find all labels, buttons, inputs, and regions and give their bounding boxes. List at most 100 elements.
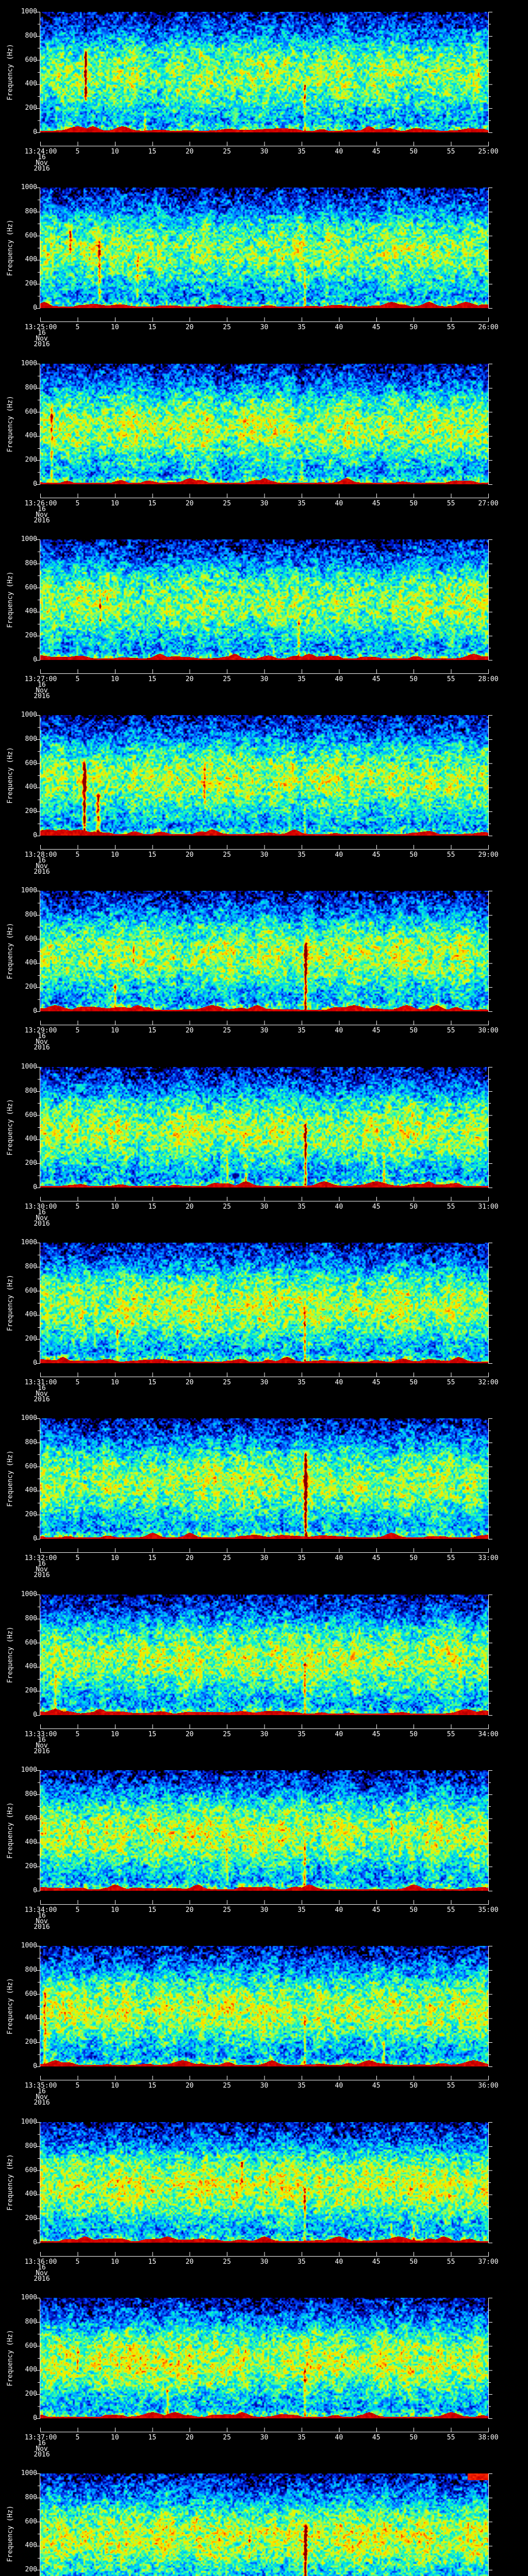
y-tick-label: 0 bbox=[33, 1007, 37, 1015]
x-tick-label: 55 bbox=[447, 851, 455, 859]
x-tick-label: 30 bbox=[260, 324, 269, 331]
spectrogram-image bbox=[40, 715, 488, 836]
y-axis-left-major-ticks bbox=[36, 2122, 38, 2243]
x-axis bbox=[40, 849, 489, 850]
x-tick-label: 45 bbox=[372, 1731, 381, 1738]
x-tick-label: 5 bbox=[75, 675, 80, 683]
date-line: 2016 bbox=[34, 1571, 50, 1579]
x-tick-label: 25 bbox=[223, 1554, 231, 1562]
spectrogram-image bbox=[40, 364, 488, 484]
y-tick-label: 200 bbox=[25, 1159, 37, 1167]
y-tick-label: 600 bbox=[25, 759, 37, 767]
spectrogram-panel: 1000 800 600 400 200 0 Frequency (Hz) 5 10 15 20 25… bbox=[0, 879, 528, 1055]
x-tick-label: 20 bbox=[185, 2434, 194, 2442]
x-tick-label: 35 bbox=[298, 1731, 306, 1738]
y-axis-right-major-ticks bbox=[491, 891, 492, 1012]
y-tick-label: 200 bbox=[25, 1335, 37, 1343]
y-axis-right-major-ticks bbox=[491, 1067, 492, 1188]
x-axis-ticks bbox=[40, 494, 489, 498]
x-tick-label: 15 bbox=[148, 500, 157, 507]
x-tick-label: 45 bbox=[372, 1203, 381, 1211]
y-axis-left-major-ticks bbox=[36, 1418, 38, 1539]
y-tick-label: 0 bbox=[33, 1887, 37, 1894]
y-tick-label: 800 bbox=[25, 1790, 37, 1798]
y-axis-right-major-ticks bbox=[491, 1770, 492, 1891]
x-tick-label: 15 bbox=[148, 675, 157, 683]
x-tick-label: 35 bbox=[298, 2434, 306, 2442]
x-tick-label: 25 bbox=[223, 2082, 231, 2090]
y-tick-label: 800 bbox=[25, 2317, 37, 2326]
x-tick-label: 15 bbox=[148, 1554, 157, 1562]
y-axis-left-major-ticks bbox=[36, 12, 38, 133]
x-tick-label: 35 bbox=[298, 675, 306, 683]
x-axis-ticks bbox=[40, 1372, 489, 1377]
x-tick-label: 20 bbox=[185, 1554, 194, 1562]
x-tick-label: 5 bbox=[75, 2258, 80, 2266]
x-tick-label: 50 bbox=[409, 851, 418, 859]
x-tick-label: 55 bbox=[447, 500, 455, 507]
x-tick-label: 15 bbox=[148, 1379, 157, 1386]
x-tick-label: 5 bbox=[75, 851, 80, 859]
x-tick-label: 20 bbox=[185, 148, 194, 156]
y-axis-left-minor-ticks bbox=[38, 1243, 40, 1364]
x-tick-label: 55 bbox=[447, 1554, 455, 1562]
x-tick-label: 10 bbox=[111, 1027, 119, 1035]
spectrogram-panel: 1000 800 600 400 200 0 Frequency (Hz) 5 10 15 20 25… bbox=[0, 1934, 528, 2110]
x-tick-label: 15 bbox=[148, 1731, 157, 1738]
spectrogram-panel: 1000 800 600 400 200 0 Frequency (Hz) 5 10 15 20 25… bbox=[0, 2286, 528, 2462]
x-tick-label: 20 bbox=[185, 1379, 194, 1386]
x-tick-label: 10 bbox=[111, 1554, 119, 1562]
y-axis-right-major-ticks bbox=[491, 1418, 492, 1539]
x-axis-ticks bbox=[40, 1900, 489, 1904]
y-tick-label: 1000 bbox=[21, 183, 37, 191]
x-tick-label: 15 bbox=[148, 1027, 157, 1035]
end-time-label: 37:00 bbox=[478, 2258, 499, 2266]
y-axis-left-minor-ticks bbox=[38, 364, 40, 485]
x-tick-label: 45 bbox=[372, 1379, 381, 1386]
x-tick-label: 50 bbox=[409, 324, 418, 331]
x-tick-label: 55 bbox=[447, 1203, 455, 1211]
date-line: 2016 bbox=[34, 517, 50, 524]
end-time-label: 36:00 bbox=[478, 2082, 499, 2090]
spectrogram-panel: 1000 800 600 400 200 0 Frequency (Hz) 5 10 15 20 25… bbox=[0, 1406, 528, 1583]
x-axis bbox=[40, 321, 489, 322]
y-axis-title: Frequency (Hz) bbox=[6, 219, 14, 276]
x-axis bbox=[40, 673, 489, 674]
y-tick-label: 600 bbox=[25, 2166, 37, 2174]
x-tick-label: 50 bbox=[409, 1554, 418, 1562]
y-axis-left-minor-ticks bbox=[38, 1595, 40, 1716]
end-time-label: 25:00 bbox=[478, 148, 499, 156]
end-time-label: 27:00 bbox=[478, 500, 499, 507]
spectrogram-image bbox=[40, 1770, 488, 1891]
y-tick-label: 200 bbox=[25, 2038, 37, 2046]
y-tick-label: 800 bbox=[25, 2493, 37, 2501]
x-axis bbox=[40, 1552, 489, 1553]
x-tick-label: 55 bbox=[447, 1906, 455, 1914]
y-tick-label: 200 bbox=[25, 1862, 37, 1871]
y-axis-right-major-ticks bbox=[491, 1243, 492, 1364]
spectrogram-image bbox=[40, 1418, 488, 1539]
x-tick-label: 10 bbox=[111, 500, 119, 507]
y-axis-right-major-ticks bbox=[491, 188, 492, 309]
x-tick-label: 45 bbox=[372, 500, 381, 507]
y-tick-label: 400 bbox=[25, 1135, 37, 1143]
x-tick-label: 5 bbox=[75, 1203, 80, 1211]
x-tick-label: 55 bbox=[447, 2258, 455, 2266]
x-tick-label: 10 bbox=[111, 1731, 119, 1738]
x-tick-label: 40 bbox=[335, 1906, 343, 1914]
x-axis-ticks bbox=[40, 2252, 489, 2256]
spectrogram-image bbox=[40, 2298, 488, 2418]
x-tick-label: 35 bbox=[298, 1554, 306, 1562]
spectrogram-image bbox=[40, 1595, 488, 1715]
x-tick-label: 10 bbox=[111, 2082, 119, 2090]
y-tick-label: 200 bbox=[25, 2214, 37, 2223]
x-axis-ticks bbox=[40, 1724, 489, 1728]
y-axis-left-minor-ticks bbox=[38, 2122, 40, 2243]
y-tick-label: 1000 bbox=[21, 711, 37, 719]
x-tick-label: 35 bbox=[298, 1906, 306, 1914]
y-axis-left-minor-ticks bbox=[38, 1946, 40, 2067]
y-axis-left-major-ticks bbox=[36, 1243, 38, 1364]
x-tick-label: 45 bbox=[372, 2082, 381, 2090]
y-tick-label: 800 bbox=[25, 1087, 37, 1095]
y-axis-left-minor-ticks bbox=[38, 539, 40, 660]
